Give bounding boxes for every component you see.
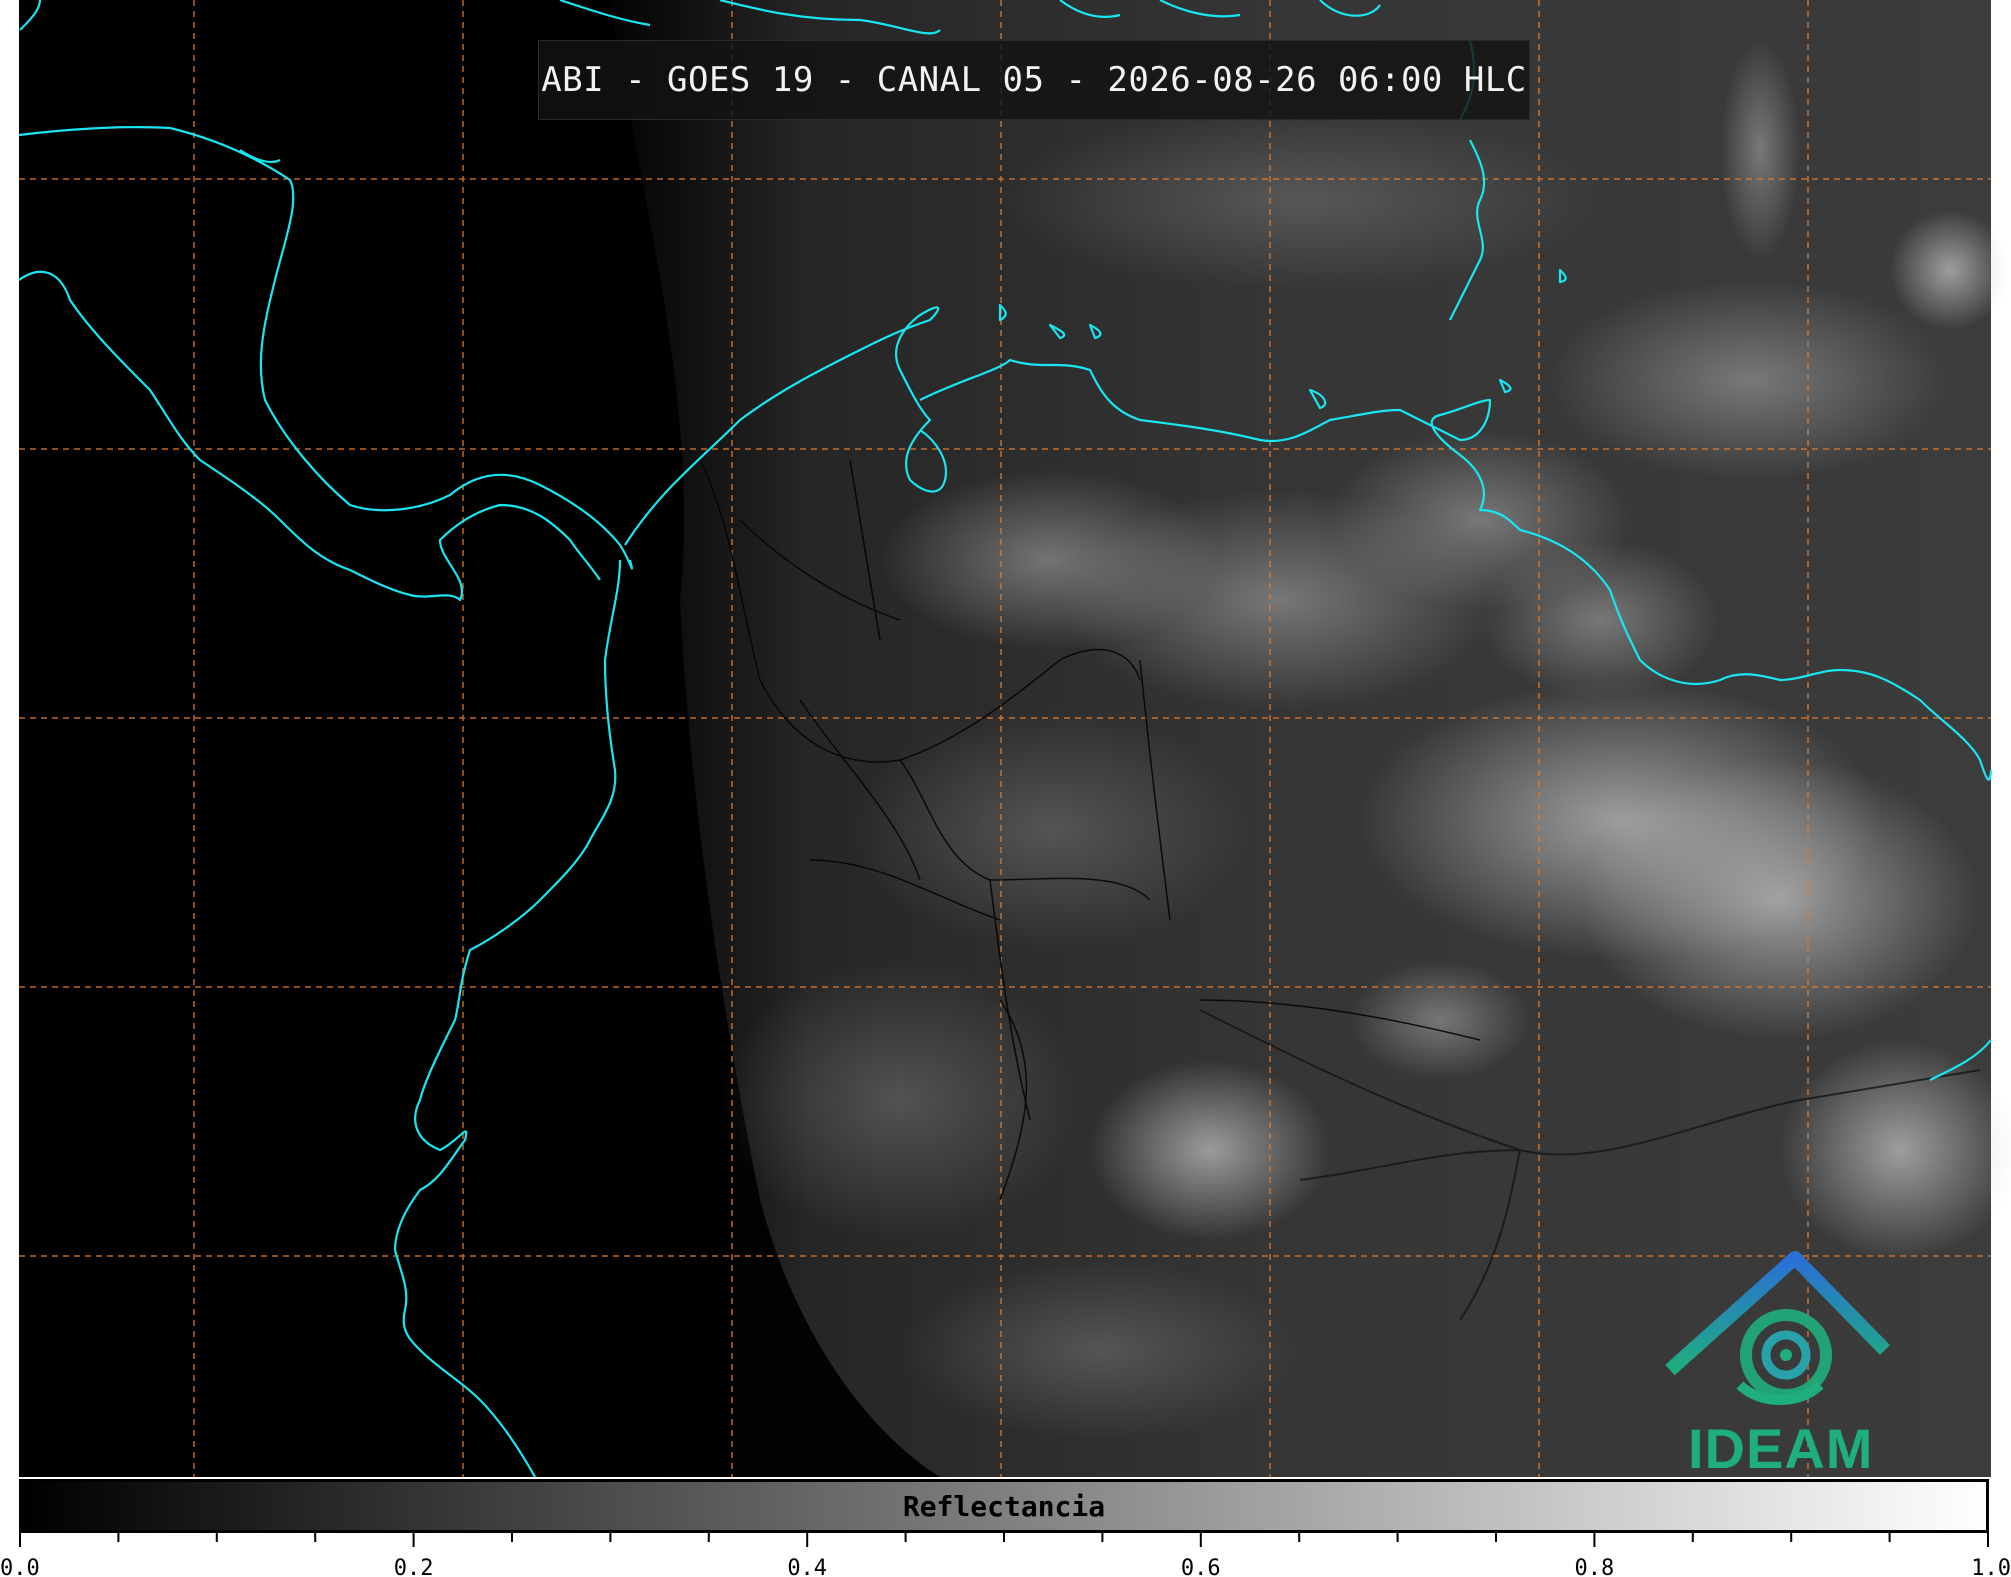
colorbar-tick-label: 0.8: [1574, 1556, 1615, 1577]
ideam-logo-text: IDEAM: [1688, 1417, 1874, 1480]
colorbar-tick-label: 0.2: [393, 1556, 434, 1577]
colorbar-tick-label: 0.6: [1180, 1556, 1221, 1577]
image-title: ABI - GOES 19 - CANAL 05 - 2026-08-26 06…: [538, 40, 1530, 120]
colorbar-label: Reflectancia: [902, 1489, 1106, 1523]
colorbar-tick-label: 0.0: [0, 1556, 40, 1577]
colorbar-ticks: [19, 1533, 1989, 1547]
colorbar-tick-label: 1.0: [1971, 1556, 2011, 1577]
colorbar-tick-label: 0.4: [787, 1556, 828, 1577]
satellite-map: [18, 0, 2011, 1478]
satellite-image-page: ABI - GOES 19 - CANAL 05 - 2026-08-26 06…: [0, 0, 2011, 1577]
